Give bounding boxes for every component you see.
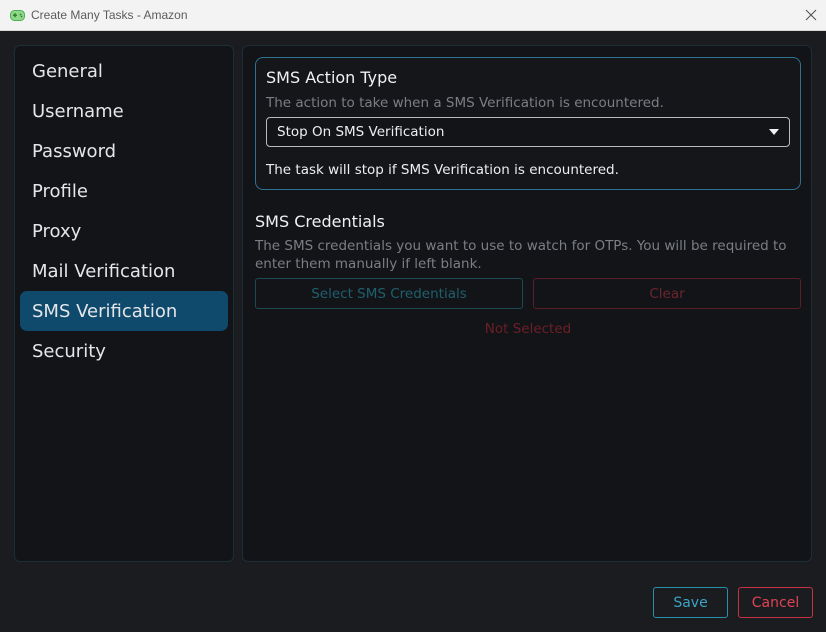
sms-action-description: The action to take when a SMS Verificati… — [266, 95, 664, 111]
sms-action-card: SMS Action Type The action to take when … — [255, 57, 801, 190]
window-title: Create Many Tasks - Amazon — [31, 8, 188, 22]
sidebar-item-label: Password — [32, 140, 117, 162]
content-panel: SMS Action Type The action to take when … — [242, 45, 812, 562]
sidebar-item-label: General — [32, 60, 103, 82]
sms-credentials-description-line2: enter them manually if left blank. — [255, 256, 482, 272]
sms-action-note: The task will stop if SMS Verification i… — [266, 162, 619, 178]
sidebar-item-proxy[interactable]: Proxy — [20, 211, 228, 251]
gamepad-icon — [10, 9, 25, 21]
sidebar-item-general[interactable]: General — [20, 51, 228, 91]
sidebar-item-username[interactable]: Username — [20, 91, 228, 131]
sidebar: General Username Password Profile Proxy … — [14, 45, 234, 562]
sidebar-item-label: Proxy — [32, 220, 82, 242]
sidebar-item-security[interactable]: Security — [20, 331, 228, 371]
close-button[interactable] — [796, 0, 826, 31]
dialog-body: General Username Password Profile Proxy … — [0, 31, 826, 632]
credentials-status: Not Selected — [484, 321, 572, 337]
caret-down-icon — [769, 129, 779, 135]
sms-action-title: SMS Action Type — [266, 68, 398, 87]
sidebar-item-sms-verification[interactable]: SMS Verification — [20, 291, 228, 331]
sidebar-item-mail-verification[interactable]: Mail Verification — [20, 251, 228, 291]
sidebar-item-label: Profile — [32, 180, 88, 202]
sms-action-selected-value: Stop On SMS Verification — [277, 124, 445, 140]
sms-credentials-description-line1: The SMS credentials you want to use to w… — [255, 238, 787, 254]
sidebar-item-label: SMS Verification — [32, 300, 178, 322]
sidebar-item-label: Username — [32, 100, 124, 122]
sms-action-select[interactable]: Stop On SMS Verification — [266, 117, 790, 147]
cancel-button[interactable]: Cancel — [738, 587, 813, 618]
sidebar-item-profile[interactable]: Profile — [20, 171, 228, 211]
sidebar-item-label: Security — [32, 340, 106, 362]
sms-credentials-title: SMS Credentials — [255, 212, 385, 231]
close-icon — [805, 6, 817, 25]
select-sms-credentials-button[interactable]: Select SMS Credentials — [255, 278, 523, 309]
sidebar-item-label: Mail Verification — [32, 260, 176, 282]
clear-button[interactable]: Clear — [533, 278, 801, 309]
sidebar-item-password[interactable]: Password — [20, 131, 228, 171]
title-bar: Create Many Tasks - Amazon — [0, 0, 826, 31]
save-button[interactable]: Save — [653, 587, 728, 618]
